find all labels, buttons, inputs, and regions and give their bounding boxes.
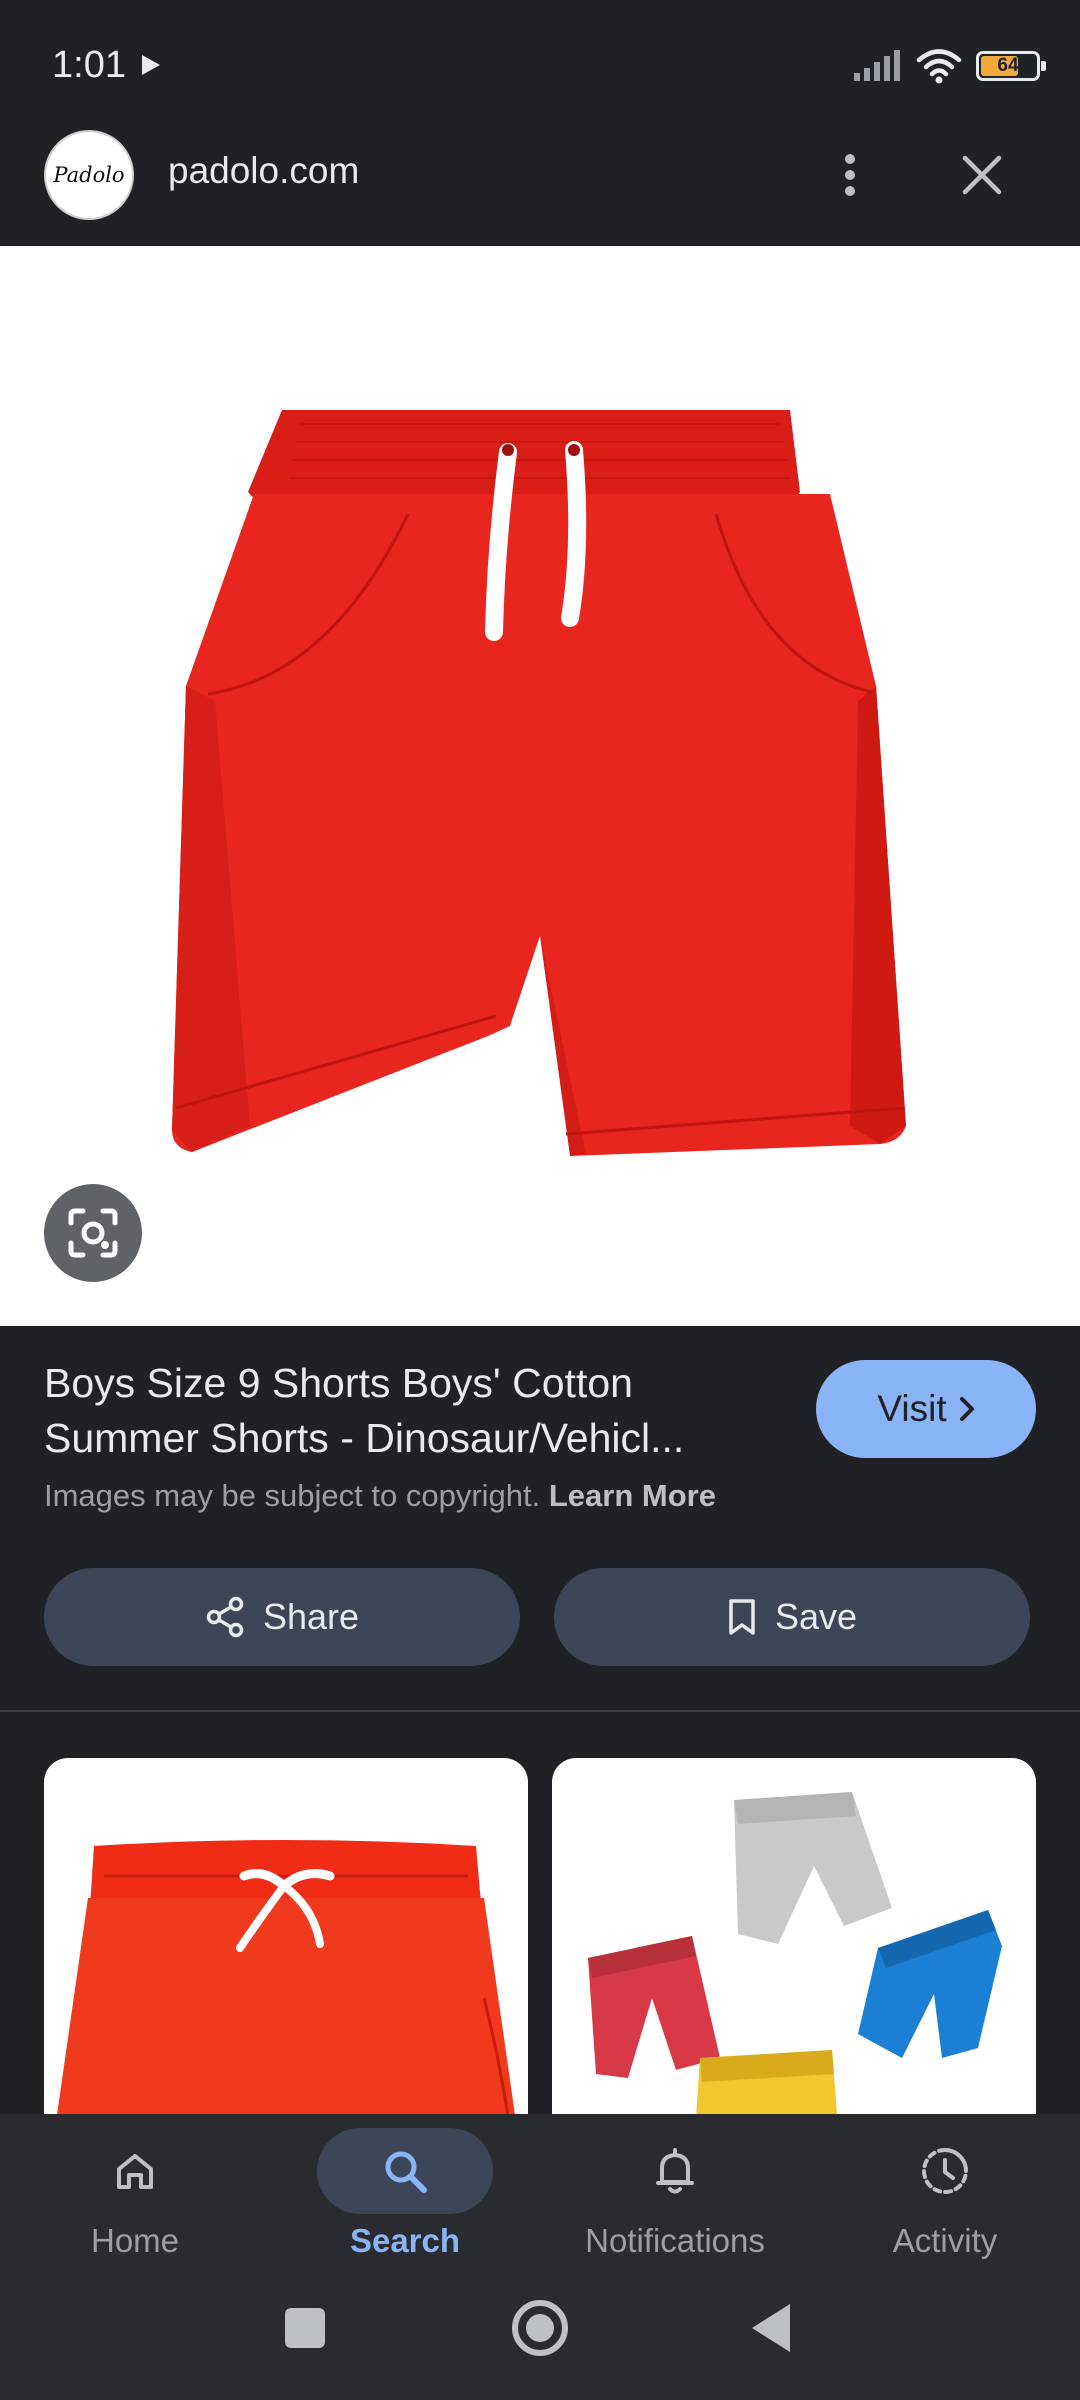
signal-icon (854, 50, 900, 81)
chevron-right-icon (959, 1397, 974, 1421)
product-title-line-2: Summer Shorts - Dinosaur/Vehicl... (44, 1415, 685, 1461)
related-image-card[interactable] (44, 1758, 528, 2114)
wifi-icon (916, 49, 962, 84)
red-shorts-image (172, 410, 906, 1156)
status-bar: 1:01 64 (0, 0, 1080, 130)
nav-notifications-icon-wrap (587, 2128, 763, 2214)
nav-search-label: Search (349, 2222, 461, 2259)
product-info: Boys Size 9 Shorts Boys' Cotton Summer S… (0, 1326, 1080, 1712)
system-navigation-bar (0, 2274, 1080, 2400)
nav-notifications-label: Notifications (585, 2222, 765, 2259)
site-title[interactable]: padolo.com (168, 150, 359, 192)
back-button[interactable] (752, 2304, 790, 2352)
related-images (0, 1712, 1080, 2114)
save-button[interactable]: Save (554, 1568, 1030, 1666)
copyright-text: Images may be subject to copyright. (44, 1478, 541, 1513)
share-button[interactable]: Share (44, 1568, 520, 1666)
lens-button[interactable] (44, 1184, 142, 1282)
share-label: Share (262, 1596, 360, 1637)
battery-icon: 64 (976, 51, 1046, 81)
nav-home-icon-wrap (47, 2128, 223, 2214)
share-icon (206, 1596, 244, 1638)
more-options-button[interactable] (822, 140, 878, 210)
nav-activity-icon-wrap (857, 2128, 1033, 2214)
activity-icon (922, 2148, 968, 2194)
multicolor-shorts-thumbnail (588, 1792, 1002, 2114)
nav-search-icon-wrap (317, 2128, 493, 2214)
close-button[interactable] (950, 140, 1014, 210)
page-header: Padolo padolo.com (0, 130, 1080, 246)
home-button[interactable] (512, 2300, 568, 2356)
save-label: Save (774, 1596, 858, 1637)
nav-home-label: Home (90, 2222, 180, 2259)
product-title[interactable]: Boys Size 9 Shorts Boys' Cotton Summer S… (44, 1356, 784, 1466)
copyright-notice: Images may be subject to copyright. Lear… (44, 1478, 716, 1514)
bell-icon (656, 2148, 694, 2194)
nav-activity-label: Activity (892, 2222, 998, 2259)
more-vert-icon (845, 154, 855, 196)
lens-icon (68, 1208, 118, 1258)
nav-activity[interactable]: Activity (810, 2128, 1080, 2268)
product-title-line-1: Boys Size 9 Shorts Boys' Cotton (44, 1360, 633, 1406)
status-icons: 64 (852, 44, 1046, 88)
close-icon (962, 155, 1002, 195)
red-shorts-thumbnail (57, 1840, 515, 2114)
nav-home[interactable]: Home (0, 2128, 270, 2268)
learn-more-link[interactable]: Learn More (549, 1478, 716, 1513)
visit-label: Visit (877, 1388, 947, 1429)
bookmark-icon (729, 1599, 755, 1635)
search-icon (385, 2151, 427, 2193)
nav-notifications[interactable]: Notifications (540, 2128, 810, 2268)
home-icon (117, 2154, 153, 2189)
recent-apps-button[interactable] (285, 2308, 325, 2348)
product-image[interactable] (0, 246, 1080, 1326)
media-play-icon (142, 55, 160, 75)
visit-button[interactable]: Visit (816, 1360, 1036, 1458)
site-logo-text: Padolo (53, 163, 125, 187)
related-image-card[interactable] (552, 1758, 1036, 2114)
battery-level: 64 (997, 55, 1019, 76)
nav-search[interactable]: Search (270, 2128, 540, 2268)
status-time: 1:01 (52, 44, 126, 86)
site-logo[interactable]: Padolo (44, 130, 134, 220)
bottom-navigation: Home Search Notifications Activity (0, 2114, 1080, 2274)
